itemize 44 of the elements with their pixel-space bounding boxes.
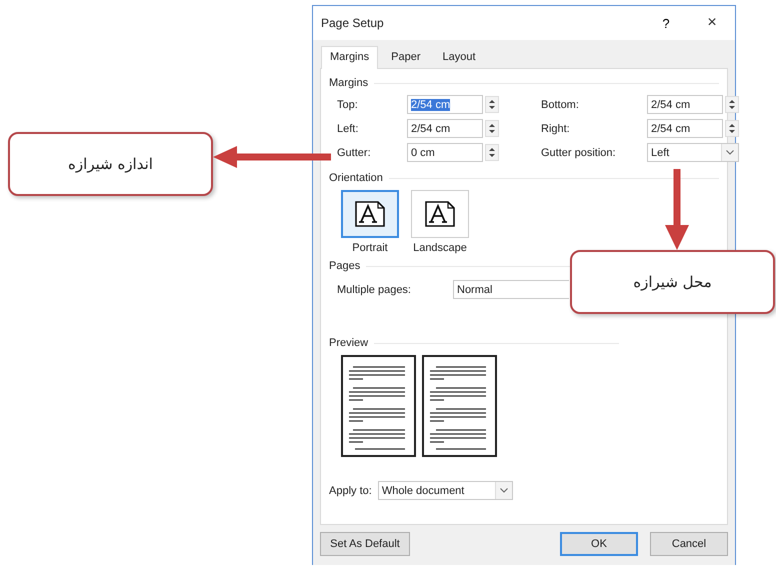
dialog-button[interactable]: Cancel [650, 532, 728, 556]
field-label: Gutter: [337, 146, 372, 158]
dialog-button[interactable]: OK [560, 532, 638, 556]
spin-buttons[interactable] [485, 96, 499, 113]
page-letter-icon [424, 200, 456, 228]
dialog-button[interactable]: Set As Default [320, 532, 410, 556]
field-label: Multiple pages: [337, 284, 412, 296]
dropdown[interactable]: Whole document [378, 481, 513, 500]
orientation-button[interactable] [411, 190, 469, 238]
number-field[interactable]: 0 cm [407, 143, 483, 162]
field-label: Gutter position: [541, 146, 617, 158]
group-heading: Pages [329, 260, 360, 272]
number-field[interactable]: 2/54 cm [647, 119, 723, 138]
caret-icon [726, 150, 734, 155]
orientation-button[interactable] [341, 190, 399, 238]
help-button[interactable]: ? [643, 14, 689, 32]
field-label: Apply to: [329, 484, 372, 496]
page-letter-icon [354, 200, 386, 228]
callout-box: محل شیرازه [570, 250, 775, 314]
field-label: Left: [337, 122, 360, 134]
spin-buttons[interactable] [725, 120, 739, 137]
number-field[interactable]: 2/54 cm [407, 95, 483, 114]
field-label: Right: [541, 122, 571, 134]
caret-icon [500, 488, 508, 493]
field-label: Bottom: [541, 98, 580, 110]
spin-buttons[interactable] [485, 144, 499, 161]
window-title: Page Setup [321, 16, 385, 30]
spin-buttons[interactable] [725, 96, 739, 113]
tab[interactable]: Margins [321, 46, 378, 69]
spin-buttons[interactable] [485, 120, 499, 137]
callout-box: اندازه شیرازه [8, 132, 213, 196]
dropdown[interactable]: Left [647, 143, 739, 162]
number-field[interactable]: 2/54 cm [647, 95, 723, 114]
tab[interactable]: Paper [382, 46, 430, 68]
dropdown[interactable]: Normal [453, 280, 569, 299]
number-field[interactable]: 2/54 cm [407, 119, 483, 138]
group-heading: Margins [329, 77, 368, 89]
group-heading: Preview [329, 337, 368, 349]
tab[interactable]: Layout [433, 46, 485, 68]
group-heading: Orientation [329, 172, 383, 184]
orientation-label: Landscape [413, 242, 467, 254]
field-label: Top: [337, 98, 359, 110]
close-button[interactable]: × [689, 13, 735, 33]
orientation-label: Portrait [352, 242, 388, 254]
